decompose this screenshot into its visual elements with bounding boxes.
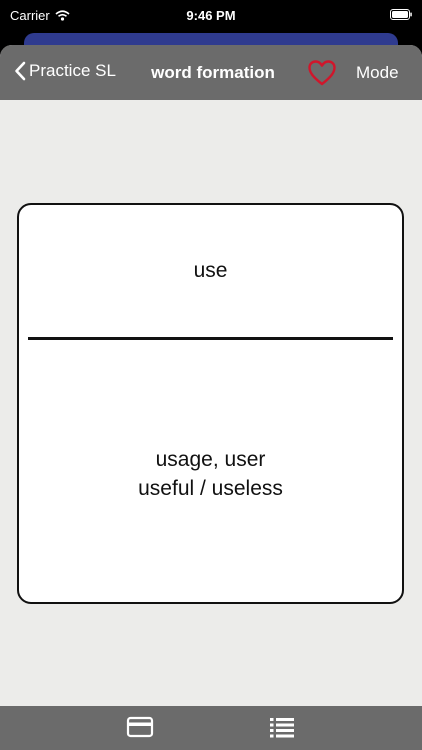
bottom-toolbar [0, 706, 422, 750]
page-title: word formation [151, 63, 275, 82]
card-icon[interactable] [126, 715, 154, 739]
back-button-label: Practice SL [29, 61, 116, 80]
status-bar: Carrier 9:46 PM [0, 0, 422, 30]
battery-icon [390, 9, 412, 20]
list-icon[interactable] [268, 715, 296, 739]
card-back-line: useful / useless [138, 477, 283, 500]
heart-outline-icon[interactable] [308, 60, 336, 86]
card-back-text: usage, user useful / useless [19, 445, 402, 503]
card-divider [28, 337, 393, 340]
modal-sheet: Practice SL word formation Mode use usag… [0, 45, 422, 750]
card-back-line: usage, user [155, 448, 266, 471]
back-button[interactable]: Practice SL [14, 61, 116, 81]
mode-button[interactable]: Mode [356, 63, 399, 83]
chevron-left-icon [15, 61, 26, 81]
card-front-text: use [193, 259, 228, 282]
flashcard[interactable]: use usage, user useful / useless [17, 203, 404, 604]
navigation-bar: Practice SL word formation Mode [0, 45, 422, 100]
status-time: 9:46 PM [186, 8, 236, 23]
